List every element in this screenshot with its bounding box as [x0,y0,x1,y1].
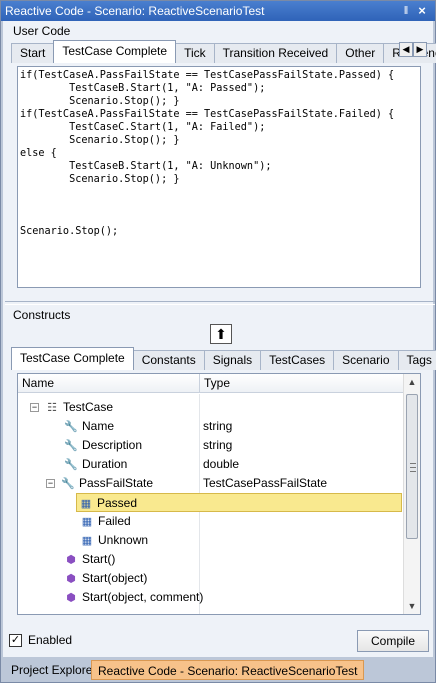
bottom-tab-bar: Project Explorer Reactive Code - Scenari… [1,658,435,682]
wrench-icon: 🔧 [64,458,78,471]
pin-icon[interactable]: ‖ [399,1,413,21]
close-icon[interactable]: × [415,1,429,21]
column-header-type[interactable]: Type [200,374,230,393]
tree-row[interactable]: ▦ Unknown [18,531,404,550]
row-name: Start(object) [82,571,148,585]
row-type: string [203,419,233,433]
row-name: Name [82,419,115,433]
collapse-icon[interactable]: − [46,479,55,488]
row-type: TestCasePassFailState [203,476,328,490]
row-name: Start() [82,552,116,566]
method-icon: ⬢ [66,572,76,585]
tab-project-explorer[interactable]: Project Explorer [5,660,102,680]
tab-scroll-buttons: ◀ ▶ [399,42,427,57]
splitter[interactable] [5,301,435,305]
title-bar: Reactive Code - Scenario: ReactiveScenar… [1,1,435,21]
method-icon: ⬢ [66,553,76,566]
tree-row[interactable]: 🔧 Duration double [18,455,404,474]
row-name: Unknown [98,533,149,547]
wrench-icon: 🔧 [64,420,78,433]
tree-row[interactable]: − 🔧 PassFailState TestCasePassFailState [18,474,404,493]
tab-start[interactable]: Start [11,43,55,63]
constructs-tree[interactable]: Name Type − ☷ TestCase 🔧 Name string 🔧 Des… [17,373,421,615]
row-name: Description [82,438,143,452]
up-arrow-icon: ⬆ [215,326,227,342]
row-type: double [203,457,240,471]
tree-row[interactable]: ⬢ Start(object, comment) [18,588,404,607]
grip-icon [410,463,416,472]
tree-row[interactable]: ⬢ Start(object) [18,569,404,588]
collapse-icon[interactable]: − [30,403,39,412]
tab-testcases[interactable]: TestCases [260,350,335,370]
method-icon: ⬢ [66,591,76,604]
insert-construct-button[interactable]: ⬆ [210,324,232,344]
tab-tags[interactable]: Tags [397,350,436,370]
tree-row[interactable]: − ☷ TestCase [18,398,404,417]
reactive-code-window: Reactive Code - Scenario: ReactiveScenar… [0,0,436,683]
window-title: Reactive Code - Scenario: ReactiveScenar… [5,4,265,18]
scroll-thumb[interactable] [406,394,418,539]
scroll-up-icon[interactable]: ▲ [404,374,420,390]
enum-value-icon: ▦ [81,515,93,528]
tab-tick[interactable]: Tick [175,43,215,63]
class-icon: ☷ [47,401,57,414]
scroll-left-icon[interactable]: ◀ [399,42,413,57]
tree-row[interactable]: 🔧 Description string [18,436,404,455]
code-text[interactable]: if(TestCaseA.PassFailState == TestCasePa… [18,67,420,238]
column-header-name[interactable]: Name [18,374,200,393]
code-editor[interactable]: if(TestCaseA.PassFailState == TestCasePa… [17,66,421,288]
row-name: TestCase [63,400,114,414]
row-name: Failed [98,514,131,528]
enabled-checkbox[interactable]: ✓ Enabled [9,633,72,647]
main-panel: User Code Start TestCase Complete Tick T… [3,21,436,657]
checkbox-icon[interactable]: ✓ [9,633,22,647]
row-name: Start(object, comment) [82,590,204,604]
tree-row[interactable]: 🔧 Name string [18,417,404,436]
tab-reactive-code[interactable]: Reactive Code - Scenario: ReactiveScenar… [91,660,365,680]
enabled-label: Enabled [28,633,73,647]
compile-button[interactable]: Compile [357,630,429,652]
row-name: PassFailState [79,476,154,490]
user-code-tabs: Start TestCase Complete Tick Transition … [11,40,436,63]
tree-row[interactable]: ⬢ Start() [18,550,404,569]
tab-constructs-testcase-complete[interactable]: TestCase Complete [11,347,134,370]
tab-testcase-complete[interactable]: TestCase Complete [53,40,177,63]
constructs-label: Constructs [13,308,71,322]
row-name: Duration [82,457,128,471]
tab-other[interactable]: Other [336,43,385,63]
tree-row[interactable]: ▦ Failed [18,512,404,531]
user-code-label: User Code [13,24,71,38]
tree-header: Name Type [18,374,404,393]
tab-constants[interactable]: Constants [132,350,205,370]
enum-value-icon: ▦ [81,534,93,547]
tree-row-selected[interactable]: ▦ Passed [76,493,402,512]
tab-signals[interactable]: Signals [203,350,262,370]
tab-scenario[interactable]: Scenario [333,350,399,370]
tree-scrollbar[interactable]: ▲ ▼ [403,374,420,614]
constructs-tabs: TestCase Complete Constants Signals Test… [11,347,436,370]
wrench-icon: 🔧 [64,439,78,452]
scroll-down-icon[interactable]: ▼ [404,598,420,614]
row-type: string [203,438,233,452]
wrench-icon: 🔧 [61,477,75,490]
scroll-right-icon[interactable]: ▶ [413,42,427,57]
row-name: Passed [97,496,138,510]
enum-value-icon: ▦ [80,497,92,510]
tab-transition-received[interactable]: Transition Received [213,43,338,63]
